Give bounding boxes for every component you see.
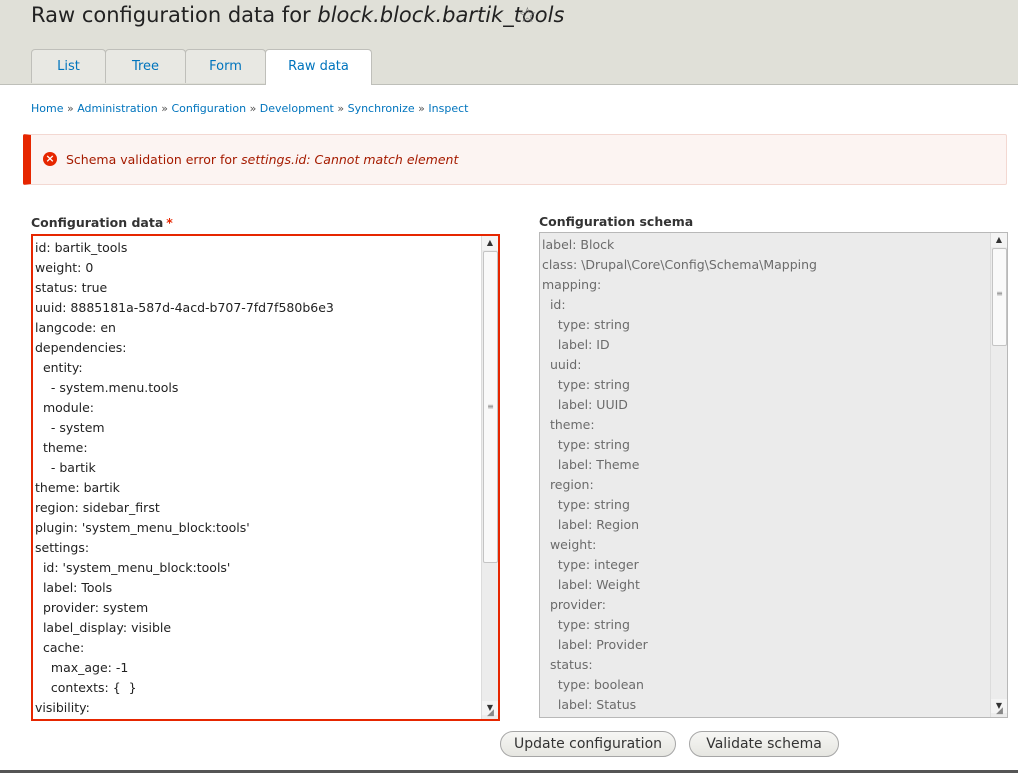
config-line: weight: 0 — [35, 260, 94, 275]
error-prefix: Schema validation error for — [66, 152, 242, 167]
tab-form[interactable]: Form — [185, 49, 266, 83]
breadcrumb-inspect[interactable]: Inspect — [428, 102, 468, 115]
error-key: settings.id — [241, 152, 307, 167]
config-line: theme: bartik — [35, 480, 120, 495]
config-line: label: Tools — [35, 580, 113, 595]
config-line: id: 'system_menu_block:tools' — [35, 560, 231, 575]
breadcrumb-separator: » — [161, 102, 168, 115]
schema-line: weight: — [542, 537, 597, 552]
config-schema-textarea[interactable]: label: Block class: \Drupal\Core\Config\S… — [539, 232, 1008, 718]
config-line: status: true — [35, 280, 108, 295]
config-line: langcode: en — [35, 320, 116, 335]
error-suffix: : Cannot match element — [306, 152, 459, 167]
schema-line: label: Region — [542, 517, 640, 532]
required-marker: * — [166, 215, 173, 230]
schema-line: label: Provider — [542, 637, 648, 652]
schema-line: type: string — [542, 377, 630, 392]
config-line: visibility: — [35, 700, 90, 715]
validate-schema-button[interactable]: Validate schema — [689, 731, 839, 757]
schema-line: mapping: — [542, 277, 602, 292]
resize-handle-icon[interactable]: ◢ — [487, 708, 497, 718]
schema-line: id: — [542, 297, 566, 312]
breadcrumb-separator: » — [337, 102, 345, 115]
scroll-up-icon[interactable]: ▲ — [991, 233, 1007, 247]
breadcrumb-separator: » — [249, 102, 257, 115]
schema-line: label: Weight — [542, 577, 640, 592]
config-line: label_display: visible — [35, 620, 172, 635]
schema-line: label: Status — [542, 697, 637, 712]
config-data-label-text: Configuration data — [31, 215, 164, 230]
config-line: module: — [35, 400, 95, 415]
schema-line: label: ID — [542, 337, 610, 352]
config-line: - system.menu.tools — [35, 380, 179, 395]
breadcrumb-home[interactable]: Home — [31, 102, 63, 115]
schema-line: type: integer — [542, 557, 639, 572]
schema-line: class: \Drupal\Core\Config\Schema\Mappin… — [542, 257, 817, 272]
config-line: settings: — [35, 540, 90, 555]
breadcrumb-configuration[interactable]: Configuration — [171, 102, 246, 115]
schema-line: type: string — [542, 437, 630, 452]
schema-line: label: UUID — [542, 397, 628, 412]
schema-scrollbar[interactable]: ▲ ≡ ▼ — [990, 233, 1007, 717]
config-data-textarea[interactable]: id: bartik_tools weight: 0 status: true uui… — [31, 234, 500, 721]
breadcrumb-separator: » — [418, 102, 425, 115]
tab-list[interactable]: List — [31, 49, 106, 83]
config-line: contexts: { } — [35, 680, 137, 695]
config-line: - system — [35, 420, 105, 435]
error-icon: × — [43, 152, 57, 166]
resize-handle-icon[interactable]: ◢ — [996, 706, 1006, 716]
schema-line: type: string — [542, 497, 630, 512]
schema-line: region: — [542, 477, 594, 492]
config-line: dependencies: — [35, 340, 127, 355]
tab-tree[interactable]: Tree — [105, 49, 186, 83]
scroll-up-icon[interactable]: ▲ — [482, 236, 498, 250]
schema-line: label: Block — [542, 237, 615, 252]
config-line: entity: — [35, 360, 83, 375]
config-schema-label: Configuration schema — [539, 214, 694, 229]
breadcrumb-administration[interactable]: Administration — [77, 102, 158, 115]
breadcrumb-development[interactable]: Development — [260, 102, 334, 115]
config-line: region: sidebar_first — [35, 500, 160, 515]
config-line: - bartik — [35, 460, 96, 475]
schema-line: theme: — [542, 417, 595, 432]
error-message: × Schema validation error for settings.i… — [23, 134, 1007, 185]
tab-raw-data[interactable]: Raw data — [265, 49, 372, 85]
schema-line: type: boolean — [542, 677, 644, 692]
page-title: Raw configuration data for block.block.b… — [31, 0, 564, 30]
config-line: id: bartik_tools — [35, 240, 128, 255]
star-icon[interactable]: ☆ — [518, 2, 537, 28]
config-schema-lines: label: Block class: \Drupal\Core\Config\S… — [542, 235, 989, 715]
page-header: Raw configuration data for block.block.b… — [0, 0, 1018, 85]
breadcrumb-synchronize[interactable]: Synchronize — [348, 102, 415, 115]
schema-line: uuid: — [542, 357, 582, 372]
breadcrumb-separator: » — [66, 102, 74, 115]
config-data-lines: id: bartik_tools weight: 0 status: true uui… — [35, 238, 480, 718]
config-line: provider: system — [35, 600, 149, 615]
config-data-label: Configuration data * — [31, 215, 173, 230]
schema-line: type: string — [542, 317, 630, 332]
config-line: max_age: -1 — [35, 660, 129, 675]
schema-line: status: — [542, 657, 593, 672]
config-line: cache: — [35, 640, 85, 655]
schema-line: label: Theme — [542, 457, 640, 472]
page-title-prefix: Raw configuration data for — [31, 3, 318, 27]
config-line: uuid: 8885181a-587d-4acd-b707-7fd7f580b6… — [35, 300, 334, 315]
schema-scroll-thumb[interactable]: ≡ — [992, 248, 1007, 346]
config-scrollbar[interactable]: ▲ ≡ ▼ — [481, 236, 498, 719]
config-line: plugin: 'system_menu_block:tools' — [35, 520, 250, 535]
schema-line: type: string — [542, 617, 630, 632]
update-configuration-button[interactable]: Update configuration — [500, 731, 676, 757]
config-line: theme: — [35, 440, 88, 455]
breadcrumb: Home » Administration » Configuration » … — [31, 102, 468, 115]
schema-line: provider: — [542, 597, 607, 612]
error-text: Schema validation error for settings.id:… — [66, 152, 458, 167]
config-scroll-thumb[interactable]: ≡ — [483, 251, 498, 563]
